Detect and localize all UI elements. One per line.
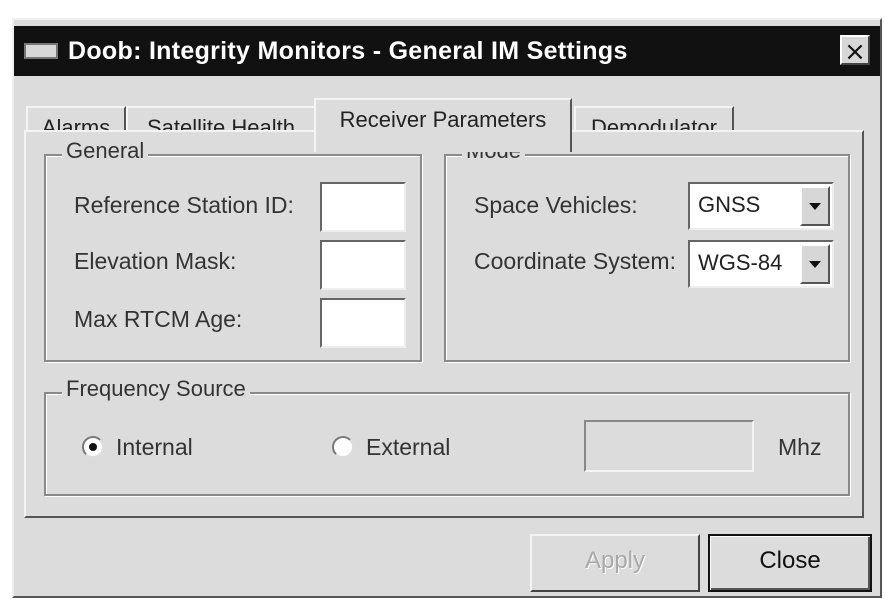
close-button[interactable]: Close [708,534,872,592]
mode-group: Mode Space Vehicles: GNSS Coordinate Sys… [444,138,850,362]
frequency-unit-label: Mhz [778,434,822,460]
frequency-source-legend: Frequency Source [62,376,250,402]
external-radio[interactable] [332,436,354,458]
settings-window: Doob: Integrity Monitors - General IM Se… [12,18,882,598]
coordinate-system-select[interactable]: WGS-84 [688,240,834,288]
close-icon[interactable]: × [840,35,870,67]
general-legend: General [62,138,149,164]
window-menu-icon[interactable] [24,43,58,59]
radio-selected-dot [89,443,97,451]
elevation-mask-label: Elevation Mask: [74,248,237,274]
space-vehicles-select[interactable]: GNSS [688,182,834,230]
coordinate-system-value: WGS-84 [698,250,783,275]
external-label[interactable]: External [366,434,450,461]
internal-radio[interactable] [82,436,104,458]
external-frequency-input[interactable] [584,420,754,472]
title-bar[interactable]: Doob: Integrity Monitors - General IM Se… [14,26,880,76]
coordinate-system-label: Coordinate System: [474,248,676,274]
apply-button[interactable]: Apply [530,534,700,592]
space-vehicles-label: Space Vehicles: [474,192,638,218]
max-rtcm-age-input[interactable] [320,298,406,348]
tab-receiver-parameters[interactable]: Receiver Parameters [314,98,572,152]
general-group: General Reference Station ID: Elevation … [44,138,422,362]
frequency-source-group: Frequency Source Internal External Mhz [44,376,850,496]
max-rtcm-age-label: Max RTCM Age: [74,306,243,332]
space-vehicles-value: GNSS [698,192,761,217]
internal-label[interactable]: Internal [116,434,193,461]
receiver-parameters-panel: General Reference Station ID: Elevation … [24,130,864,518]
chevron-down-icon[interactable] [800,186,830,226]
chevron-down-icon[interactable] [800,244,830,284]
tab-label: Receiver Parameters [339,107,547,132]
reference-station-id-input[interactable] [320,182,406,232]
reference-station-id-label: Reference Station ID: [74,192,294,218]
elevation-mask-input[interactable] [320,240,406,290]
window-title: Doob: Integrity Monitors - General IM Se… [68,36,628,65]
